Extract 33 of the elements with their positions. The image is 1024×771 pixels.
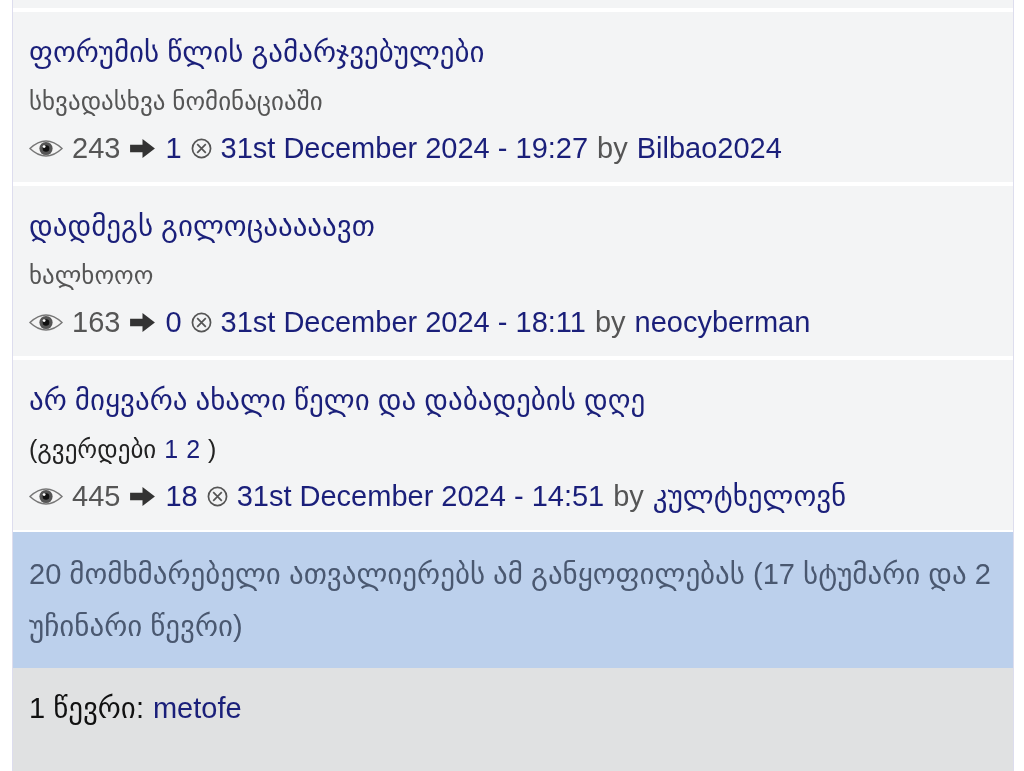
reply-count-link[interactable]: 1 xyxy=(165,124,182,172)
author-link[interactable]: neocyberman xyxy=(634,298,811,346)
author-link[interactable]: Bilbao2024 xyxy=(636,124,782,172)
topic-title-link[interactable]: ფორუმის წლის გამარჯვებულები xyxy=(29,26,997,78)
last-post-date-link[interactable]: 31st December 2024 - 14:51 xyxy=(236,472,605,520)
pages-bracket: ) xyxy=(208,434,217,465)
arrow-right-icon xyxy=(129,311,157,333)
viewers-text: 20 მომხმარებელი ათვალიერებს ამ განყოფილებას (17 სტუმარი და 2 უჩინარი წევრი) xyxy=(29,558,991,642)
reply-count-link[interactable]: 0 xyxy=(165,298,182,346)
by-label: by xyxy=(594,305,626,340)
topic-description: სხვადასხვა ნომინაციაში xyxy=(29,87,323,115)
reply-count-link[interactable]: 18 xyxy=(165,472,198,520)
page-link[interactable]: 1 xyxy=(164,426,179,472)
topic-description: ხალხოოო xyxy=(29,261,154,289)
arrow-right-icon xyxy=(129,485,157,507)
view-count: 243 xyxy=(72,131,121,166)
topic-title-link[interactable]: დადმეგს გილოცააააავთ xyxy=(29,200,997,252)
member-link[interactable]: metofe xyxy=(152,682,242,734)
view-count: 163 xyxy=(72,305,121,340)
pages-label: (გვერდები xyxy=(29,434,157,466)
view-count: 445 xyxy=(72,479,121,514)
circled-x-icon xyxy=(190,311,212,333)
circled-x-icon xyxy=(190,137,212,159)
arrow-right-icon xyxy=(129,137,157,159)
topic-title-link[interactable]: არ მიყვარა ახალი წელი და დაბადების დღე xyxy=(29,374,997,426)
last-post-date-link[interactable]: 31st December 2024 - 19:27 xyxy=(220,124,589,172)
author-link[interactable]: კულტხელოვნ xyxy=(652,472,847,520)
page-link[interactable]: 2 xyxy=(186,426,201,472)
members-label: 1 წევრი: xyxy=(29,691,144,727)
by-label: by xyxy=(597,131,628,166)
last-post-date-link[interactable]: 31st December 2024 - 18:11 xyxy=(220,298,586,346)
by-label: by xyxy=(613,479,644,514)
circled-x-icon xyxy=(206,485,228,507)
